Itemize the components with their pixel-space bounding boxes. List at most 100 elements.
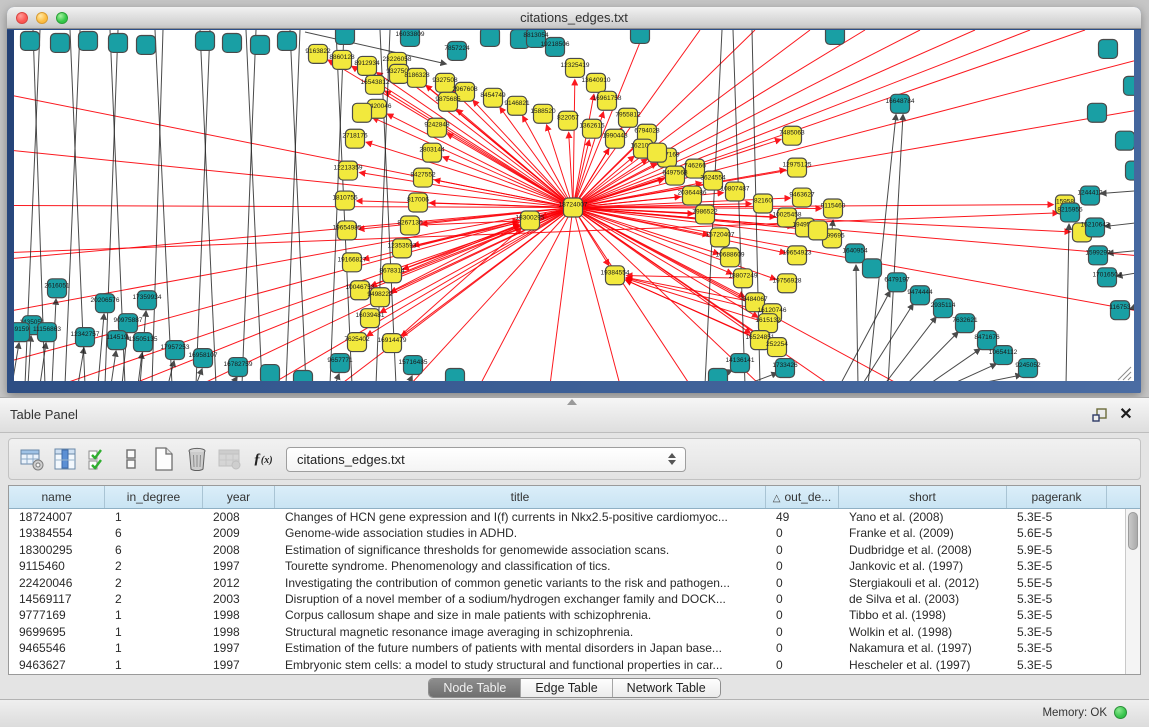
memory-status-icon[interactable] — [1114, 706, 1127, 719]
network-node[interactable]: 17957253 — [161, 341, 190, 360]
close-panel-icon[interactable]: ✕ — [1117, 404, 1135, 424]
network-node[interactable]: 15716485 — [399, 356, 428, 375]
network-node[interactable]: 7986522 — [692, 205, 718, 224]
network-node[interactable]: 9163822 — [305, 44, 331, 63]
network-node[interactable]: 19166827 — [338, 253, 367, 272]
network-node[interactable]: 10807487 — [721, 182, 750, 201]
network-node[interactable]: 10654112 — [989, 346, 1018, 365]
column-header-pagerank[interactable]: pagerank — [1007, 486, 1107, 508]
network-node[interactable]: 15720407 — [706, 228, 735, 247]
network-node[interactable]: 9245052 — [1015, 359, 1041, 378]
network-node[interactable] — [1088, 103, 1107, 122]
network-node[interactable]: 7485063 — [779, 126, 805, 145]
network-node[interactable]: 19756928 — [773, 274, 802, 293]
network-node[interactable] — [109, 33, 128, 52]
network-node[interactable]: 8912934 — [354, 56, 380, 75]
network-node[interactable]: 12325419 — [561, 58, 590, 77]
table-row[interactable]: 1830029562008Estimation of significance … — [9, 542, 1140, 558]
network-node[interactable]: 11156863 — [33, 323, 61, 342]
network-node[interactable]: 822057 — [557, 111, 579, 130]
network-node[interactable]: 12353593 — [388, 239, 417, 258]
network-node[interactable]: 6497568 — [662, 166, 688, 185]
delete-table-icon[interactable] — [182, 444, 212, 474]
network-node[interactable]: 18807249 — [729, 269, 758, 288]
network-node[interactable]: 9474444 — [907, 286, 933, 305]
network-node[interactable]: 817006 — [407, 193, 429, 212]
network-node[interactable]: 8678314 — [379, 264, 405, 283]
network-node[interactable]: 1615132 — [755, 314, 781, 333]
network-node[interactable]: 1733426 — [772, 359, 798, 378]
split-handle[interactable] — [567, 399, 577, 405]
table-row[interactable]: 1872400712008Changes of HCN gene express… — [9, 509, 1140, 525]
network-node[interactable] — [1124, 76, 1135, 95]
network-node[interactable]: 252254 — [766, 338, 788, 357]
network-node[interactable]: 17016504 — [1093, 268, 1122, 287]
table-select-combo[interactable]: citations_edges.txt — [286, 447, 686, 472]
network-node[interactable]: 16782759 — [224, 358, 253, 377]
select-columns-icon[interactable] — [50, 444, 80, 474]
network-node[interactable]: 17359934 — [133, 291, 162, 310]
table-row[interactable]: 946362711997Embryonic stem cells: a mode… — [9, 657, 1140, 673]
tab-edge-table[interactable]: Edge Table — [521, 679, 612, 697]
tab-network-table[interactable]: Network Table — [613, 679, 720, 697]
network-node[interactable]: 8860128 — [329, 50, 355, 69]
table-row[interactable]: 2242004622012Investigating the contribut… — [9, 575, 1140, 591]
network-node[interactable]: 1599297 — [1085, 246, 1111, 265]
deselect-all-icon[interactable] — [116, 444, 146, 474]
table-row[interactable]: 1938455462009Genome-wide association stu… — [9, 525, 1140, 541]
float-panel-icon[interactable] — [1091, 406, 1109, 424]
network-node[interactable] — [1126, 161, 1135, 180]
network-node[interactable]: 9242848 — [424, 118, 450, 137]
network-node[interactable]: 7632621 — [952, 314, 978, 333]
table-row[interactable]: 946554611997Estimation of the future num… — [9, 640, 1140, 656]
network-node[interactable]: 2803144 — [419, 143, 445, 162]
network-node[interactable]: 16648784 — [886, 94, 915, 113]
network-node[interactable]: 16958107 — [189, 349, 218, 368]
table-row[interactable]: 977716911998Corpus callosum shape and si… — [9, 607, 1140, 623]
network-node[interactable] — [278, 31, 297, 50]
network-node[interactable]: 16914479 — [378, 334, 407, 353]
network-node[interactable]: 13640910 — [582, 73, 611, 92]
network-node[interactable] — [79, 31, 98, 50]
network-node[interactable] — [1116, 131, 1135, 150]
network-node[interactable]: 7625402 — [344, 333, 370, 352]
network-node[interactable]: 8454749 — [480, 88, 506, 107]
new-table-icon[interactable] — [149, 444, 179, 474]
network-node[interactable]: 19654923 — [783, 246, 812, 265]
table-settings-icon[interactable] — [17, 444, 47, 474]
network-node[interactable]: 116753 — [1109, 301, 1131, 320]
network-node[interactable]: 20206576 — [91, 294, 120, 313]
network-node[interactable]: 9875685 — [435, 92, 461, 111]
network-node[interactable] — [336, 30, 355, 44]
column-header-short[interactable]: short — [839, 486, 1007, 508]
network-node[interactable]: 39159 — [14, 323, 30, 342]
network-node[interactable]: 2935114 — [931, 299, 956, 318]
network-node[interactable] — [294, 371, 313, 381]
network-node[interactable] — [196, 31, 215, 50]
network-node[interactable] — [709, 369, 728, 381]
network-node[interactable]: 9498222 — [367, 288, 393, 307]
network-node[interactable]: 12975125 — [783, 158, 812, 177]
network-node[interactable]: 19218506 — [541, 37, 570, 56]
network-node[interactable]: 1588520 — [530, 104, 556, 123]
table-scrollbar[interactable] — [1125, 509, 1140, 674]
network-node[interactable] — [446, 369, 465, 381]
network-node[interactable] — [631, 30, 650, 43]
network-node[interactable]: 16033809 — [396, 30, 425, 46]
network-node[interactable]: 9657771 — [327, 354, 353, 373]
network-node[interactable] — [223, 33, 242, 52]
network-node[interactable]: 1990443 — [602, 129, 628, 148]
network-node[interactable]: 82160 — [754, 194, 773, 213]
table-row[interactable]: 911546021997Tourette syndrome. Phenomeno… — [9, 558, 1140, 574]
network-node[interactable] — [809, 221, 828, 240]
network-node[interactable]: 90975887 — [114, 314, 143, 333]
network-node[interactable]: 14136141 — [726, 354, 755, 373]
column-header-year[interactable]: year — [203, 486, 275, 508]
network-node[interactable] — [21, 31, 40, 50]
table-row[interactable]: 969969511998Structural magnetic resonanc… — [9, 624, 1140, 640]
network-node[interactable]: 8427552 — [410, 168, 436, 187]
network-node[interactable]: 16039481 — [356, 309, 385, 328]
network-node[interactable]: 6479197 — [884, 273, 910, 292]
network-node[interactable] — [353, 103, 372, 122]
network-node[interactable] — [826, 30, 845, 44]
